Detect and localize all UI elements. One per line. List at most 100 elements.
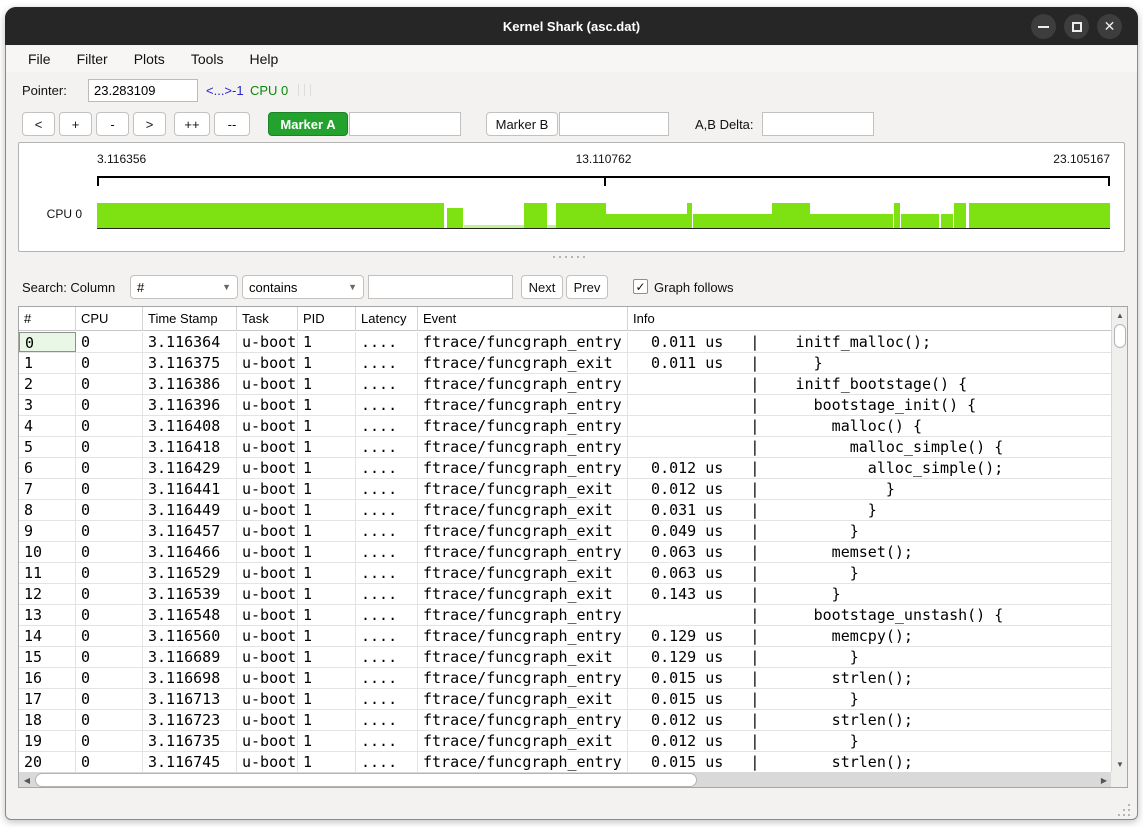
cell-num[interactable]: 9 bbox=[19, 521, 76, 541]
cell-num[interactable]: 7 bbox=[19, 479, 76, 499]
cell-info[interactable]: 0.012 us | alloc_simple(); bbox=[628, 458, 1112, 478]
cell-event[interactable]: ftrace/funcgraph_entry bbox=[418, 374, 628, 394]
cell-info[interactable]: 0.129 us | memcpy(); bbox=[628, 626, 1112, 646]
table-row[interactable]: 1403.116560u-boot1....ftrace/funcgraph_e… bbox=[19, 626, 1112, 647]
cell-event[interactable]: ftrace/funcgraph_exit bbox=[418, 521, 628, 541]
cell-pid[interactable]: 1 bbox=[298, 500, 356, 520]
cell-pid[interactable]: 1 bbox=[298, 710, 356, 730]
zoom-in-button[interactable]: + bbox=[59, 112, 92, 136]
cell-num[interactable]: 0 bbox=[19, 332, 76, 352]
splitter-handle[interactable] bbox=[553, 256, 585, 258]
cell-event[interactable]: ftrace/funcgraph_exit bbox=[418, 500, 628, 520]
cell-task[interactable]: u-boot bbox=[237, 731, 298, 751]
cell-cpu[interactable]: 0 bbox=[76, 458, 143, 478]
step-forward-button[interactable]: > bbox=[133, 112, 166, 136]
cell-info[interactable]: 0.049 us | } bbox=[628, 521, 1112, 541]
cell-num[interactable]: 10 bbox=[19, 542, 76, 562]
cell-task[interactable]: u-boot bbox=[237, 689, 298, 709]
cell-timestamp[interactable]: 3.116429 bbox=[143, 458, 237, 478]
cell-task[interactable]: u-boot bbox=[237, 626, 298, 646]
cell-latency[interactable]: .... bbox=[356, 395, 418, 415]
cell-latency[interactable]: .... bbox=[356, 668, 418, 688]
scroll-up-icon[interactable]: ▲ bbox=[1112, 307, 1128, 323]
cell-cpu[interactable]: 0 bbox=[76, 500, 143, 520]
search-column-select[interactable]: # ▼ bbox=[130, 275, 238, 299]
vertical-scrollbar-thumb[interactable] bbox=[1114, 324, 1126, 348]
search-operator-select[interactable]: contains ▼ bbox=[242, 275, 364, 299]
cell-task[interactable]: u-boot bbox=[237, 605, 298, 625]
zoom-out-fast-button[interactable]: -- bbox=[214, 112, 250, 136]
cell-task[interactable]: u-boot bbox=[237, 437, 298, 457]
cell-event[interactable]: ftrace/funcgraph_exit bbox=[418, 647, 628, 667]
cell-latency[interactable]: .... bbox=[356, 626, 418, 646]
cell-latency[interactable]: .... bbox=[356, 374, 418, 394]
cell-pid[interactable]: 1 bbox=[298, 353, 356, 373]
cell-num[interactable]: 6 bbox=[19, 458, 76, 478]
cell-pid[interactable]: 1 bbox=[298, 752, 356, 772]
cell-event[interactable]: ftrace/funcgraph_exit bbox=[418, 689, 628, 709]
cell-event[interactable]: ftrace/funcgraph_exit bbox=[418, 563, 628, 583]
cell-cpu[interactable]: 0 bbox=[76, 416, 143, 436]
cell-pid[interactable]: 1 bbox=[298, 437, 356, 457]
cell-timestamp[interactable]: 3.116364 bbox=[143, 332, 237, 352]
cell-info[interactable]: | bootstage_init() { bbox=[628, 395, 1112, 415]
cell-task[interactable]: u-boot bbox=[237, 668, 298, 688]
table-row[interactable]: 1303.116548u-boot1....ftrace/funcgraph_e… bbox=[19, 605, 1112, 626]
table-row[interactable]: 2003.116745u-boot1....ftrace/funcgraph_e… bbox=[19, 752, 1112, 773]
cell-timestamp[interactable]: 3.116457 bbox=[143, 521, 237, 541]
cell-cpu[interactable]: 0 bbox=[76, 542, 143, 562]
cell-num[interactable]: 19 bbox=[19, 731, 76, 751]
cell-timestamp[interactable]: 3.116529 bbox=[143, 563, 237, 583]
column-header-info[interactable]: Info bbox=[628, 307, 1112, 331]
cell-event[interactable]: ftrace/funcgraph_entry bbox=[418, 752, 628, 772]
table-row[interactable]: 1603.116698u-boot1....ftrace/funcgraph_e… bbox=[19, 668, 1112, 689]
vertical-scrollbar[interactable]: ▲ ▼ bbox=[1111, 307, 1127, 772]
cell-num[interactable]: 18 bbox=[19, 710, 76, 730]
cell-latency[interactable]: .... bbox=[356, 416, 418, 436]
cell-cpu[interactable]: 0 bbox=[76, 479, 143, 499]
cell-event[interactable]: ftrace/funcgraph_entry bbox=[418, 710, 628, 730]
cell-num[interactable]: 20 bbox=[19, 752, 76, 772]
cell-cpu[interactable]: 0 bbox=[76, 689, 143, 709]
zoom-in-fast-button[interactable]: ++ bbox=[174, 112, 210, 136]
cell-latency[interactable]: .... bbox=[356, 458, 418, 478]
cell-event[interactable]: ftrace/funcgraph_exit bbox=[418, 353, 628, 373]
cell-timestamp[interactable]: 3.116408 bbox=[143, 416, 237, 436]
cell-task[interactable]: u-boot bbox=[237, 479, 298, 499]
cell-latency[interactable]: .... bbox=[356, 731, 418, 751]
cell-info[interactable]: | malloc_simple() { bbox=[628, 437, 1112, 457]
table-row[interactable]: 1203.116539u-boot1....ftrace/funcgraph_e… bbox=[19, 584, 1112, 605]
table-row[interactable]: 103.116375u-boot1....ftrace/funcgraph_ex… bbox=[19, 353, 1112, 374]
cell-latency[interactable]: .... bbox=[356, 353, 418, 373]
window-resize-grip[interactable] bbox=[1116, 802, 1130, 816]
cell-timestamp[interactable]: 3.116441 bbox=[143, 479, 237, 499]
cell-latency[interactable]: .... bbox=[356, 647, 418, 667]
cell-latency[interactable]: .... bbox=[356, 752, 418, 772]
cell-cpu[interactable]: 0 bbox=[76, 374, 143, 394]
cell-timestamp[interactable]: 3.116735 bbox=[143, 731, 237, 751]
cell-task[interactable]: u-boot bbox=[237, 521, 298, 541]
table-row[interactable]: 1103.116529u-boot1....ftrace/funcgraph_e… bbox=[19, 563, 1112, 584]
cell-timestamp[interactable]: 3.116689 bbox=[143, 647, 237, 667]
search-next-button[interactable]: Next bbox=[521, 275, 563, 299]
marker-b-button[interactable]: Marker B bbox=[486, 112, 558, 136]
menu-tools[interactable]: Tools bbox=[191, 51, 224, 67]
cell-pid[interactable]: 1 bbox=[298, 647, 356, 667]
cell-num[interactable]: 3 bbox=[19, 395, 76, 415]
cell-timestamp[interactable]: 3.116698 bbox=[143, 668, 237, 688]
column-header-task[interactable]: Task bbox=[237, 307, 298, 331]
cell-info[interactable]: 0.015 us | strlen(); bbox=[628, 752, 1112, 772]
cell-latency[interactable]: .... bbox=[356, 584, 418, 604]
table-row[interactable]: 703.116441u-boot1....ftrace/funcgraph_ex… bbox=[19, 479, 1112, 500]
cell-event[interactable]: ftrace/funcgraph_entry bbox=[418, 605, 628, 625]
cell-timestamp[interactable]: 3.116449 bbox=[143, 500, 237, 520]
table-row[interactable]: 503.116418u-boot1....ftrace/funcgraph_en… bbox=[19, 437, 1112, 458]
cell-cpu[interactable]: 0 bbox=[76, 584, 143, 604]
cell-timestamp[interactable]: 3.116560 bbox=[143, 626, 237, 646]
cell-pid[interactable]: 1 bbox=[298, 668, 356, 688]
cell-cpu[interactable]: 0 bbox=[76, 521, 143, 541]
cell-pid[interactable]: 1 bbox=[298, 731, 356, 751]
search-prev-button[interactable]: Prev bbox=[566, 275, 608, 299]
zoom-out-button[interactable]: - bbox=[96, 112, 129, 136]
cell-task[interactable]: u-boot bbox=[237, 542, 298, 562]
